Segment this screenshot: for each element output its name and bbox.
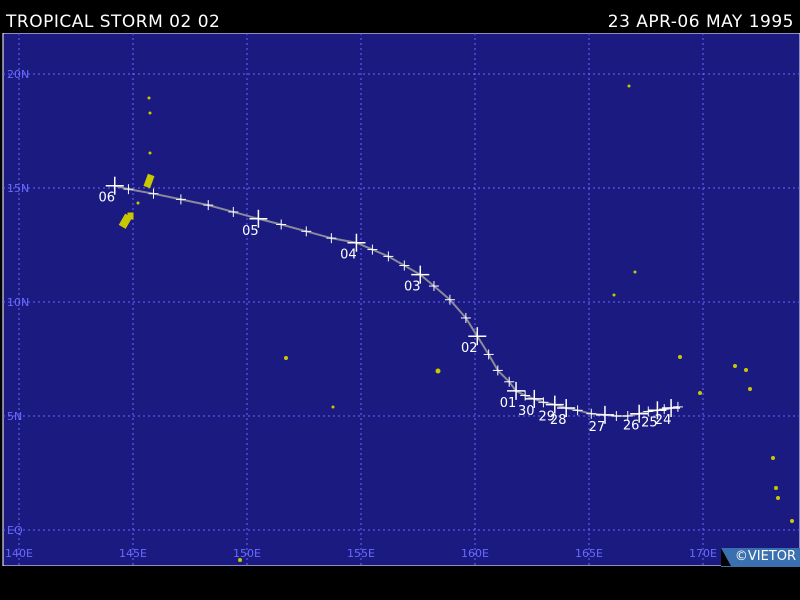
day-label: 24: [655, 413, 672, 428]
lon-tick-label: 155E: [347, 547, 375, 560]
day-label: 03: [404, 280, 421, 295]
island: [790, 519, 794, 523]
island: [698, 391, 702, 395]
lon-tick-label: 160E: [461, 547, 489, 560]
day-label: 28: [550, 413, 567, 428]
island: [744, 368, 748, 372]
island: [633, 270, 637, 274]
island: [147, 96, 151, 100]
lat-tick-label: 15N: [7, 182, 29, 195]
lon-tick-label: 170E: [689, 547, 717, 560]
island: [678, 355, 682, 359]
lon-tick-label: 165E: [575, 547, 603, 560]
lon-tick-label: 140E: [5, 547, 33, 560]
island: [748, 387, 752, 391]
island: [127, 212, 134, 220]
day-label: 26: [623, 419, 640, 434]
island: [627, 84, 631, 88]
lat-tick-label: 20N: [7, 68, 29, 81]
lon-tick-label: 145E: [119, 547, 147, 560]
island: [435, 368, 441, 374]
island: [774, 486, 778, 490]
lat-tick-label: 10N: [7, 296, 29, 309]
track-map: 140E 145E 150E 155E 160E 165E 170E EQ 5N 10N 15N 20…: [2, 33, 800, 566]
island: [284, 356, 288, 360]
day-label: 01: [500, 396, 517, 411]
credit-label: ©VIETOR: [720, 548, 800, 567]
lat-tick-label: 5N: [7, 410, 22, 423]
island: [612, 293, 616, 297]
day-label: 05: [242, 224, 259, 239]
day-label: 04: [340, 248, 357, 263]
day-label: 02: [461, 341, 478, 356]
storm-title: TROPICAL STORM 02 02: [6, 12, 221, 32]
island: [238, 558, 242, 562]
island: [331, 405, 335, 409]
island: [148, 151, 152, 155]
day-label: 27: [589, 420, 606, 435]
island: [776, 496, 780, 500]
day-label: 06: [98, 191, 115, 206]
day-label: 30: [518, 404, 535, 419]
map-background: [2, 33, 800, 566]
island: [136, 201, 140, 205]
island: [733, 364, 737, 368]
island: [771, 456, 775, 460]
island: [148, 111, 152, 115]
lon-tick-label: 150E: [233, 547, 261, 560]
lat-tick-label: EQ: [7, 524, 23, 537]
date-range: 23 APR-06 MAY 1995: [607, 12, 794, 32]
